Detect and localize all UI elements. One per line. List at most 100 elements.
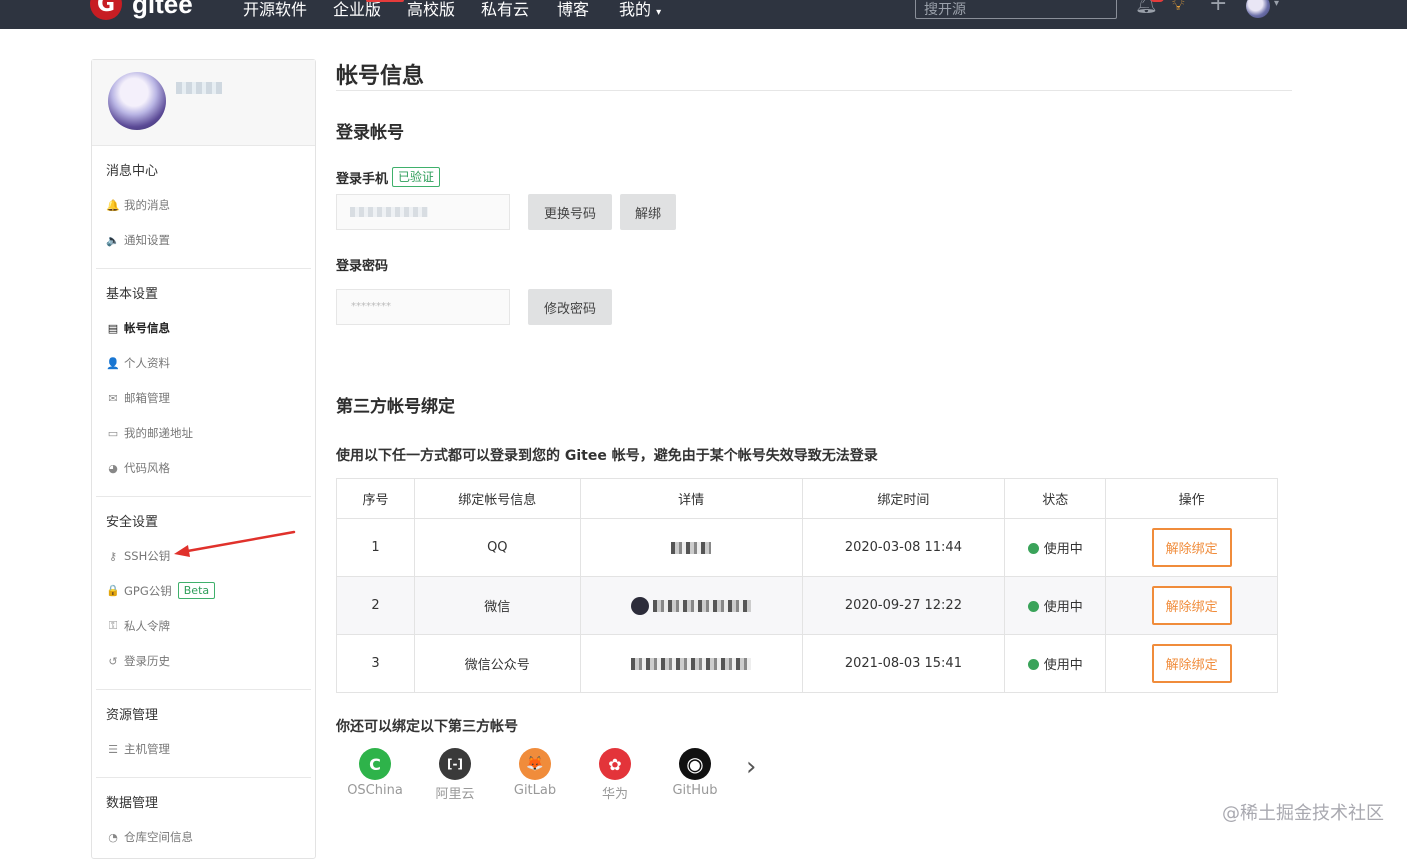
provider-label: 阿里云	[435, 787, 475, 802]
col-header-time: 绑定时间	[802, 478, 1006, 519]
sidebar-item-label: 个人资料	[124, 356, 170, 370]
row-action: 解除绑定	[1105, 634, 1278, 693]
sidebar-item-code-style[interactable]: ◕ 代码风格	[106, 460, 170, 476]
unbind-button[interactable]: 解除绑定	[1151, 586, 1232, 625]
nav-mine-label: 我的	[619, 0, 652, 19]
chevron-right-icon[interactable]: ›	[746, 752, 756, 782]
watermark: @稀土掘金技术社区	[1222, 803, 1384, 824]
provider-label: GitHub	[672, 783, 718, 798]
nav-open-source[interactable]: 开源软件	[243, 0, 307, 20]
gitee-logo[interactable]: G gitee	[90, 0, 193, 20]
logo-icon: G	[90, 0, 122, 20]
status-text: 使用中	[1043, 658, 1083, 673]
provider-oschina[interactable]: C OSChina	[340, 748, 410, 798]
plus-icon[interactable]: +	[1209, 0, 1227, 16]
col-header-index: 序号	[336, 478, 415, 519]
sidebar-item-label: 代码风格	[124, 461, 170, 475]
sidebar-item-login-history[interactable]: ↺ 登录历史	[106, 653, 170, 669]
avatar[interactable]	[108, 72, 166, 130]
unbind-button[interactable]: 解除绑定	[1151, 644, 1232, 683]
row-index: 3	[336, 634, 415, 693]
table-row: 2 微信 2020-09-27 12:22 使用中 解除绑定	[336, 576, 1278, 635]
nav-enterprise[interactable]: 企业版	[333, 0, 381, 20]
section-title-security: 安全设置	[106, 515, 159, 530]
server-icon: ☰	[108, 742, 118, 756]
sidebar-item-repo-space[interactable]: ◔ 仓库空间信息	[106, 829, 193, 845]
divider	[96, 496, 311, 497]
nav-mine[interactable]: 我的 ▾	[619, 0, 661, 20]
row-time: 2020-03-08 11:44	[802, 518, 1006, 577]
sidebar-item-email[interactable]: ✉ 邮箱管理	[106, 390, 170, 406]
user-icon: 👤	[106, 356, 120, 370]
sidebar-item-my-messages[interactable]: 🔔 我的消息	[106, 197, 170, 213]
sidebar-item-label: SSH公钥	[124, 549, 171, 563]
logo-text: gitee	[132, 0, 193, 19]
third-party-description: 使用以下任一方式都可以登录到您的 Gitee 帐号，避免由于某个帐号失效导致无法…	[336, 448, 878, 464]
unbind-phone-button[interactable]: 解绑	[620, 194, 676, 230]
row-index: 2	[336, 576, 415, 635]
sidebar-item-address[interactable]: ▭ 我的邮递地址	[106, 425, 193, 441]
row-status: 使用中	[1004, 518, 1107, 577]
sidebar-item-label: 邮箱管理	[124, 391, 170, 405]
table-row: 1 QQ 2020-03-08 11:44 使用中 解除绑定	[336, 518, 1278, 577]
nav-private-cloud[interactable]: 私有云	[481, 0, 529, 20]
lightbulb-icon[interactable]: 💡︎	[1172, 0, 1185, 15]
nav-blog[interactable]: 博客	[557, 0, 589, 20]
red-arrow-annotation	[174, 530, 296, 557]
provider-label: 华为	[601, 787, 628, 802]
sidebar-item-label: 我的消息	[124, 198, 170, 212]
divider	[96, 268, 311, 269]
details-blurred	[631, 657, 752, 670]
row-account: 微信	[414, 576, 581, 635]
provider-aliyun[interactable]: [-] 阿里云	[420, 748, 490, 802]
bell-icon[interactable]: 🔔︎	[1135, 0, 1158, 15]
mail-icon: ✉	[108, 391, 118, 405]
login-section-title: 登录帐号	[336, 123, 404, 143]
row-account: QQ	[414, 518, 581, 577]
sidebar-item-account-info[interactable]: ▤ 帐号信息	[106, 320, 170, 336]
palette-icon: ◕	[108, 461, 118, 475]
password-field: ********	[336, 289, 510, 325]
provider-github[interactable]: ◉ GitHub	[660, 748, 730, 798]
provider-gitlab[interactable]: 🦊 GitLab	[500, 748, 570, 798]
sidebar-item-gpg-keys[interactable]: 🔒 GPG公钥 Beta	[106, 582, 216, 599]
sidebar-item-label: 通知设置	[124, 233, 170, 247]
table-header-row: 序号 绑定帐号信息 详情 绑定时间 状态 操作	[336, 478, 1278, 519]
row-account: 微信公众号	[414, 634, 581, 693]
sidebar-item-hosts[interactable]: ☰ 主机管理	[106, 741, 170, 757]
nav-education[interactable]: 高校版	[407, 0, 455, 20]
unbind-button[interactable]: 解除绑定	[1151, 528, 1232, 567]
change-number-button[interactable]: 更换号码	[528, 194, 612, 230]
col-header-details: 详情	[580, 478, 803, 519]
search-input[interactable]: 搜开源	[915, 0, 1117, 19]
sidebar-item-private-tokens[interactable]: ⚿ 私人令牌	[106, 618, 170, 634]
provider-huawei[interactable]: ✿ 华为	[580, 748, 650, 802]
chevron-down-icon: ▾	[656, 7, 662, 18]
bell-icon: 🔔	[106, 198, 120, 212]
col-header-account: 绑定帐号信息	[414, 478, 581, 519]
username-blurred	[176, 82, 222, 94]
row-time: 2020-09-27 12:22	[802, 576, 1006, 635]
chevron-down-icon[interactable]: ▾	[1274, 0, 1279, 9]
sidebar-item-profile[interactable]: 👤 个人资料	[106, 355, 170, 371]
change-password-button[interactable]: 修改密码	[528, 289, 612, 325]
provider-label: OSChina	[347, 783, 403, 798]
huawei-icon: ✿	[599, 748, 631, 780]
row-time: 2021-08-03 15:41	[802, 634, 1006, 693]
divider	[96, 777, 311, 778]
section-title-resources: 资源管理	[106, 708, 159, 723]
sidebar-item-notification-settings[interactable]: 🔈 通知设置	[106, 232, 170, 248]
row-action: 解除绑定	[1105, 576, 1278, 635]
pie-icon: ◔	[108, 830, 118, 844]
third-party-title: 第三方帐号绑定	[336, 397, 455, 417]
top-navbar: G gitee 开源软件 企业版 高校版 私有云 博客 我的 ▾ 搜开源 🔔︎ …	[0, 0, 1407, 29]
lock-icon: 🔒	[106, 584, 120, 597]
user-avatar[interactable]	[1246, 0, 1270, 18]
status-dot-icon	[1027, 659, 1039, 670]
settings-sidebar: 消息中心 🔔 我的消息 🔈 通知设置 基本设置 ▤ 帐号信息 👤 个人资料 ✉ …	[91, 59, 316, 859]
details-blurred	[653, 599, 752, 612]
sidebar-item-label: 登录历史	[124, 654, 170, 668]
status-text: 使用中	[1043, 600, 1083, 615]
sidebar-item-ssh-keys[interactable]: ⚷ SSH公钥	[106, 548, 170, 564]
col-header-action: 操作	[1105, 478, 1278, 519]
